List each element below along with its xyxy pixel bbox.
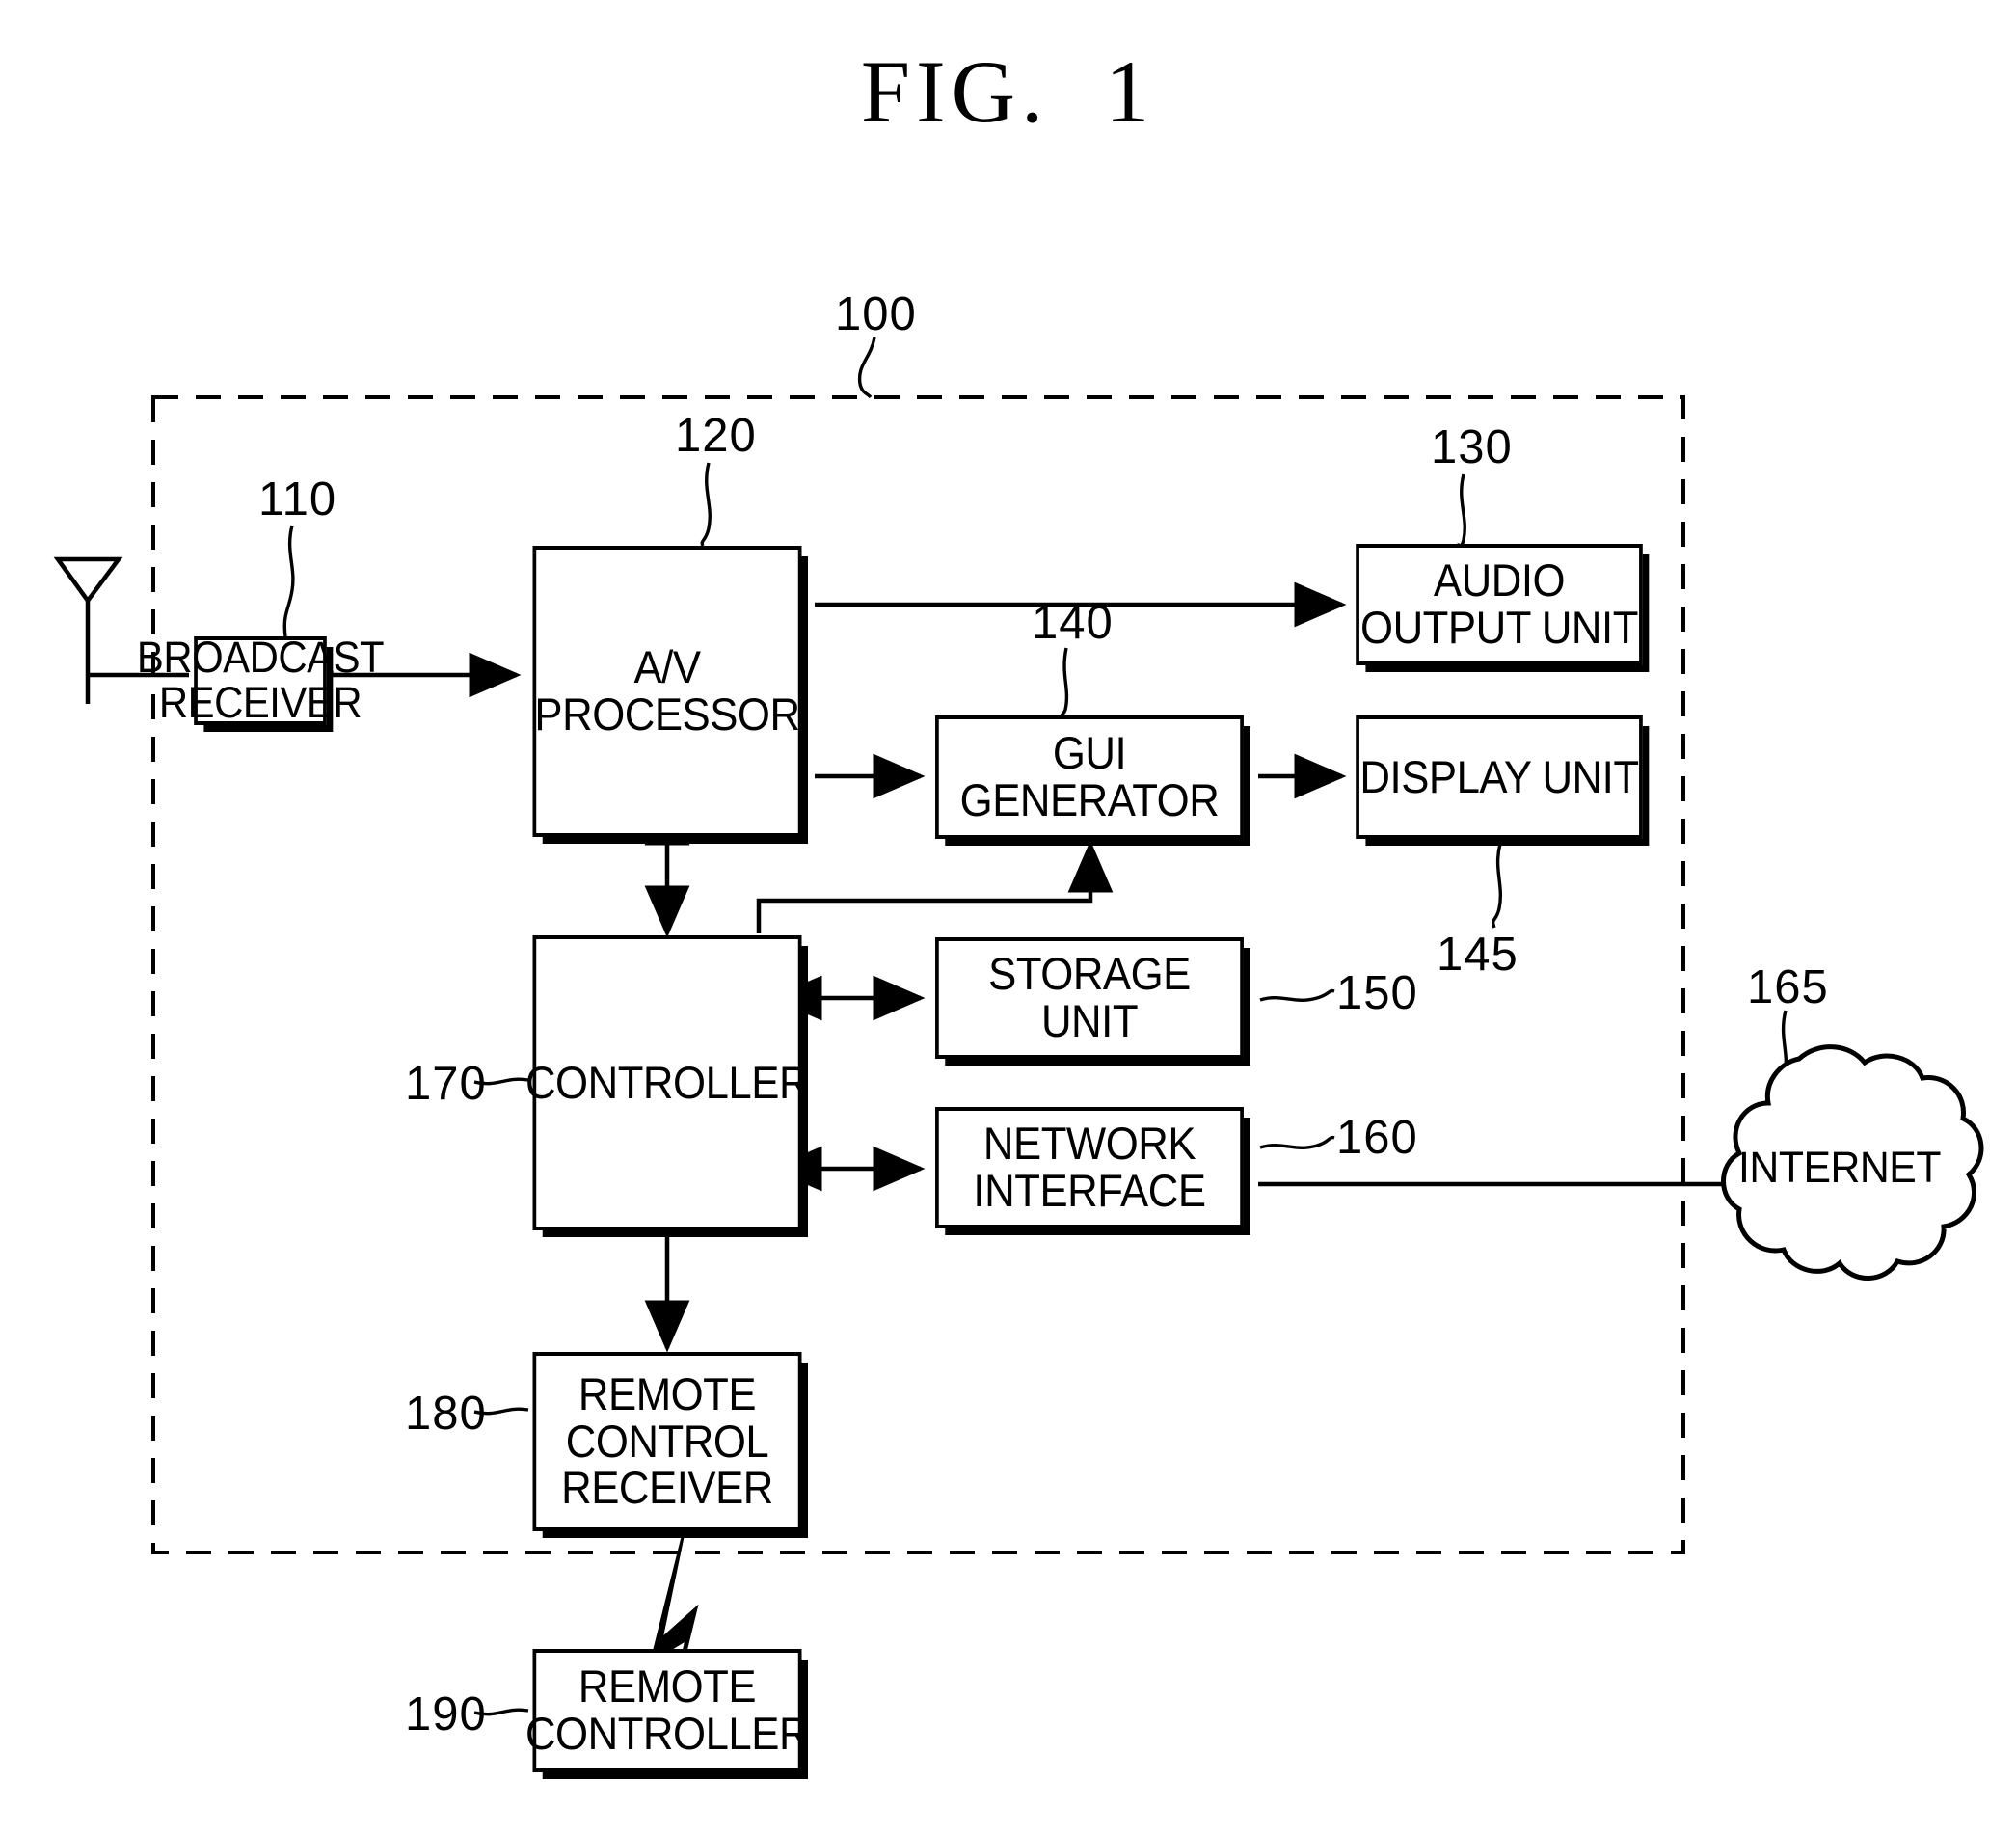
ref-leader-layer (473, 1077, 529, 1716)
leader-190 (473, 1708, 529, 1716)
figure-page: FIG. 1 BROADCAST RECEIVER A/V PROCESSOR … (0, 0, 2016, 1835)
leader-170 (473, 1077, 529, 1086)
leader-180 (473, 1407, 529, 1416)
